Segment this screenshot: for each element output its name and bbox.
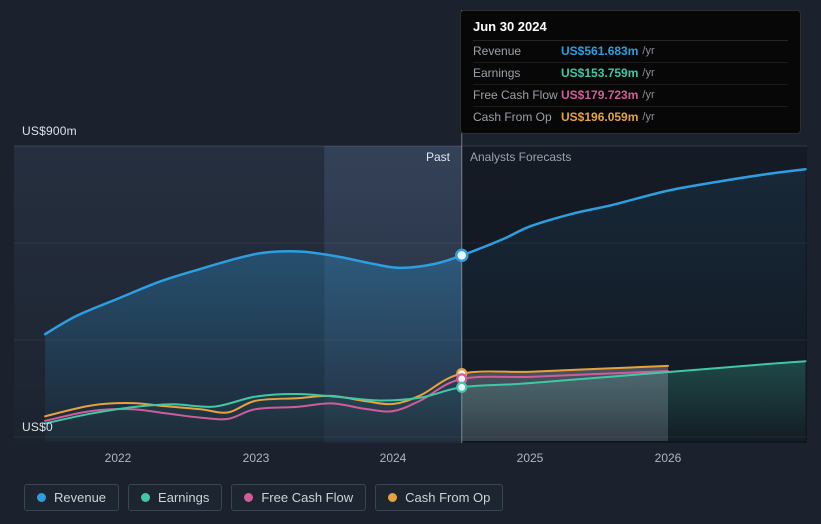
- tooltip-date: Jun 30 2024: [473, 19, 788, 41]
- legend-label: Revenue: [54, 490, 107, 505]
- tooltip-suffix: /yr: [642, 111, 655, 123]
- tooltip-row-earnings: Earnings US$153.759m /yr: [473, 63, 788, 85]
- legend-item-cash-from-op[interactable]: Cash From Op: [375, 484, 504, 511]
- tooltip-value: US$196.059m: [561, 110, 639, 124]
- y-axis-label-max: US$900m: [22, 124, 77, 138]
- legend-label: Earnings: [158, 490, 210, 505]
- earnings-legend-dot: [141, 493, 151, 502]
- tooltip-label: Earnings: [473, 66, 521, 80]
- tooltip-label: Free Cash Flow: [473, 88, 558, 102]
- data-tooltip: Jun 30 2024 Revenue US$561.683m /yr Earn…: [460, 10, 801, 134]
- legend-label: Cash From Op: [405, 490, 491, 505]
- section-label-past: Past: [425, 150, 450, 164]
- tooltip-row-free-cash-flow: Free Cash Flow US$179.723m /yr: [473, 85, 788, 107]
- tooltip-suffix: /yr: [642, 67, 655, 79]
- chart-legend: Revenue Earnings Free Cash Flow Cash Fro…: [24, 484, 504, 511]
- tooltip-value: US$153.759m: [561, 66, 639, 80]
- section-label-forecast: Analysts Forecasts: [470, 150, 572, 164]
- earnings-revenue-growth-chart: US$900m US$0 Past Analysts Forecasts 202…: [0, 0, 821, 524]
- tooltip-row-cash-from-op: Cash From Op US$196.059m /yr: [473, 107, 788, 128]
- x-tick-2023: 2023: [242, 451, 270, 465]
- tooltip-suffix: /yr: [642, 45, 655, 57]
- x-tick-2026: 2026: [654, 451, 682, 465]
- legend-label: Free Cash Flow: [261, 490, 354, 505]
- cash-from-op-legend-dot: [388, 493, 398, 502]
- tooltip-suffix: /yr: [642, 89, 655, 101]
- revenue-legend-dot: [37, 493, 46, 502]
- tooltip-label: Cash From Op: [473, 110, 552, 124]
- legend-item-free-cash-flow[interactable]: Free Cash Flow: [231, 484, 367, 511]
- tooltip-value: US$179.723m: [561, 88, 639, 102]
- tooltip-label: Revenue: [473, 44, 522, 58]
- x-tick-2024: 2024: [379, 451, 407, 465]
- x-tick-2025: 2025: [516, 451, 544, 465]
- legend-item-revenue[interactable]: Revenue: [24, 484, 120, 511]
- free-cash-flow-legend-dot: [244, 493, 254, 502]
- tooltip-row-revenue: Revenue US$561.683m /yr: [473, 41, 788, 63]
- tooltip-value: US$561.683m: [561, 44, 639, 58]
- x-tick-2022: 2022: [104, 451, 132, 465]
- legend-item-earnings[interactable]: Earnings: [128, 484, 223, 511]
- y-axis-label-min: US$0: [22, 420, 53, 434]
